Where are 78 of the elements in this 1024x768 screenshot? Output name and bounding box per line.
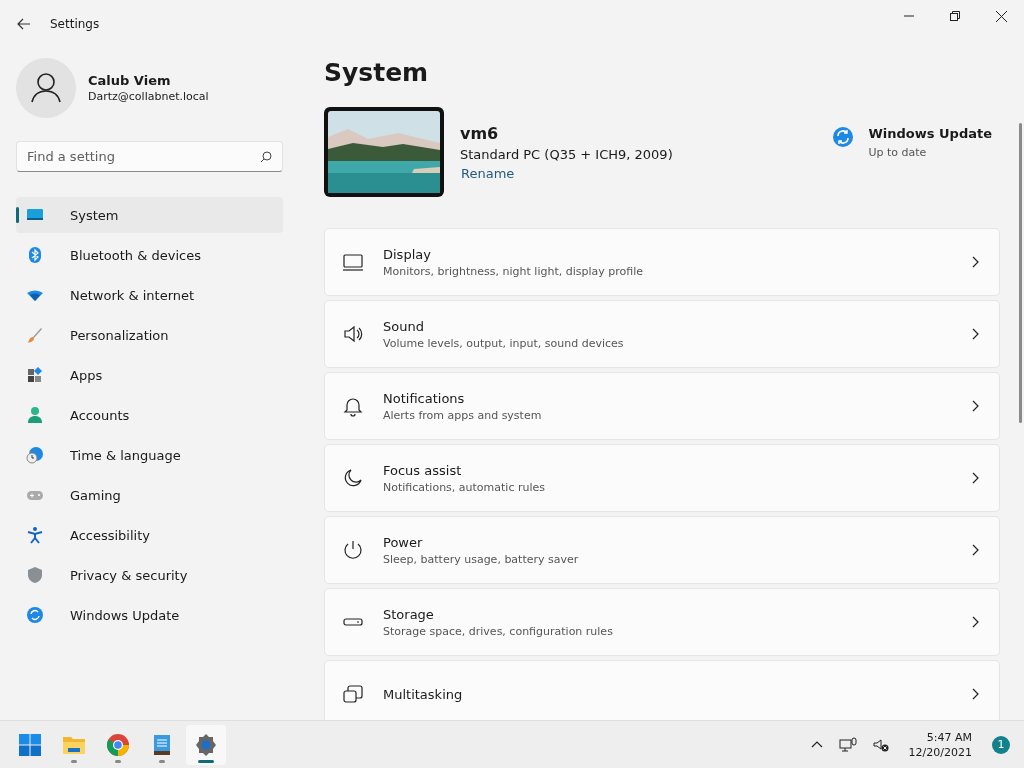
chevron-icon bbox=[972, 616, 979, 628]
notification-badge[interactable]: 1 bbox=[992, 735, 1010, 754]
restore-icon bbox=[950, 11, 960, 21]
setting-title: Display bbox=[383, 246, 432, 262]
update-status: Up to date bbox=[868, 145, 928, 159]
sidebar-item[interactable]: System bbox=[16, 197, 283, 233]
setting-title: Multitasking bbox=[383, 686, 463, 702]
browser-icon bbox=[106, 732, 130, 757]
clock[interactable]: 5:47 AM 12/20/2021 bbox=[904, 728, 976, 761]
update-title: Windows Update bbox=[868, 125, 992, 141]
setting-title: Focus assist bbox=[383, 462, 463, 478]
page-title: System bbox=[324, 58, 430, 89]
setting-description: Storage space, drives, configuration rules bbox=[383, 624, 613, 638]
setting-description: Volume levels, output, input, sound devices bbox=[383, 336, 624, 350]
apps-icon bbox=[26, 366, 44, 384]
chevron-icon bbox=[972, 400, 979, 412]
avatar-icon bbox=[16, 58, 76, 118]
close-icon bbox=[995, 10, 1007, 22]
network-icon[interactable] bbox=[838, 736, 857, 753]
setting-description: Monitors, brightness, night light, display profile bbox=[383, 264, 644, 278]
sidebar-item[interactable]: Time & language bbox=[16, 437, 283, 473]
setting-title: Power bbox=[383, 534, 424, 550]
search-field[interactable]: Find a setting bbox=[16, 141, 283, 172]
search-icon bbox=[260, 151, 272, 163]
back-arrow-icon bbox=[17, 18, 31, 30]
user-name: Calub Viem bbox=[88, 73, 172, 88]
chevron-up-icon[interactable] bbox=[810, 741, 823, 748]
setting-description: Notifications, automatic rules bbox=[383, 480, 545, 494]
setting-description: Alerts from apps and system bbox=[383, 408, 542, 422]
user-email: Dartz@collabnet.local bbox=[88, 90, 209, 103]
windows-logo-icon bbox=[18, 732, 42, 757]
shield-icon bbox=[26, 566, 44, 584]
chevron-icon bbox=[972, 256, 979, 268]
chevron-icon bbox=[972, 472, 979, 484]
scrollbar[interactable] bbox=[1019, 123, 1022, 423]
sidebar-item[interactable]: Windows Update bbox=[16, 597, 283, 633]
settings-card[interactable]: Multitasking bbox=[324, 660, 1000, 720]
chevron-icon bbox=[972, 544, 979, 556]
muted-speaker-icon[interactable] bbox=[872, 737, 889, 752]
sidebar-item[interactable]: Accounts bbox=[16, 397, 283, 433]
speaker-icon bbox=[342, 323, 364, 345]
gear-icon bbox=[194, 732, 218, 757]
sidebar-item[interactable]: Accessibility bbox=[16, 517, 283, 553]
settings-card[interactable]: Sound Volume levels, output, input, sound devices bbox=[324, 300, 1000, 368]
settings-card[interactable]: Notifications Alerts from apps and system bbox=[324, 372, 1000, 440]
windows-stack-icon bbox=[342, 683, 364, 705]
settings-card[interactable]: Power Sleep, battery usage, battery saver bbox=[324, 516, 1000, 584]
settings-card[interactable]: Display Monitors, brightness, night light, display profile bbox=[324, 228, 1000, 296]
device-model: Standard PC (Q35 + ICH9, 2009) bbox=[460, 146, 673, 162]
sync-icon bbox=[832, 125, 855, 148]
setting-title: Sound bbox=[383, 318, 425, 334]
window-title: Settings bbox=[50, 17, 100, 31]
sidebar-item[interactable]: Gaming bbox=[16, 477, 283, 513]
brush-icon bbox=[26, 326, 44, 344]
monitor-icon bbox=[342, 251, 364, 273]
accessibility-icon bbox=[26, 526, 44, 544]
bluetooth-icon bbox=[26, 246, 44, 264]
setting-description: Sleep, battery usage, battery saver bbox=[383, 552, 579, 566]
sidebar-item[interactable]: Privacy & security bbox=[16, 557, 283, 593]
gear-app-button[interactable] bbox=[186, 724, 226, 765]
sidebar-item[interactable]: Apps bbox=[16, 357, 283, 393]
person-icon bbox=[26, 406, 44, 424]
sidebar-item[interactable]: Personalization bbox=[16, 317, 283, 353]
settings-card[interactable]: Storage Storage space, drives, configuration rules bbox=[324, 588, 1000, 656]
bell-icon bbox=[342, 395, 364, 417]
sidebar-item[interactable]: Bluetooth & devices bbox=[16, 237, 283, 273]
chevron-icon bbox=[972, 328, 979, 340]
moon-icon bbox=[342, 467, 364, 489]
sync-icon bbox=[26, 606, 44, 624]
rename-link[interactable]: Rename bbox=[460, 165, 673, 181]
sidebar-item[interactable]: Network & internet bbox=[16, 277, 283, 313]
device-name: vm6 bbox=[460, 123, 500, 143]
chevron-icon bbox=[972, 688, 979, 700]
setting-title: Notifications bbox=[383, 390, 466, 406]
setting-title: Storage bbox=[383, 606, 435, 622]
settings-card[interactable]: Focus assist Notifications, automatic rules bbox=[324, 444, 1000, 512]
power-icon bbox=[342, 539, 364, 561]
globe-clock-icon bbox=[26, 446, 44, 464]
